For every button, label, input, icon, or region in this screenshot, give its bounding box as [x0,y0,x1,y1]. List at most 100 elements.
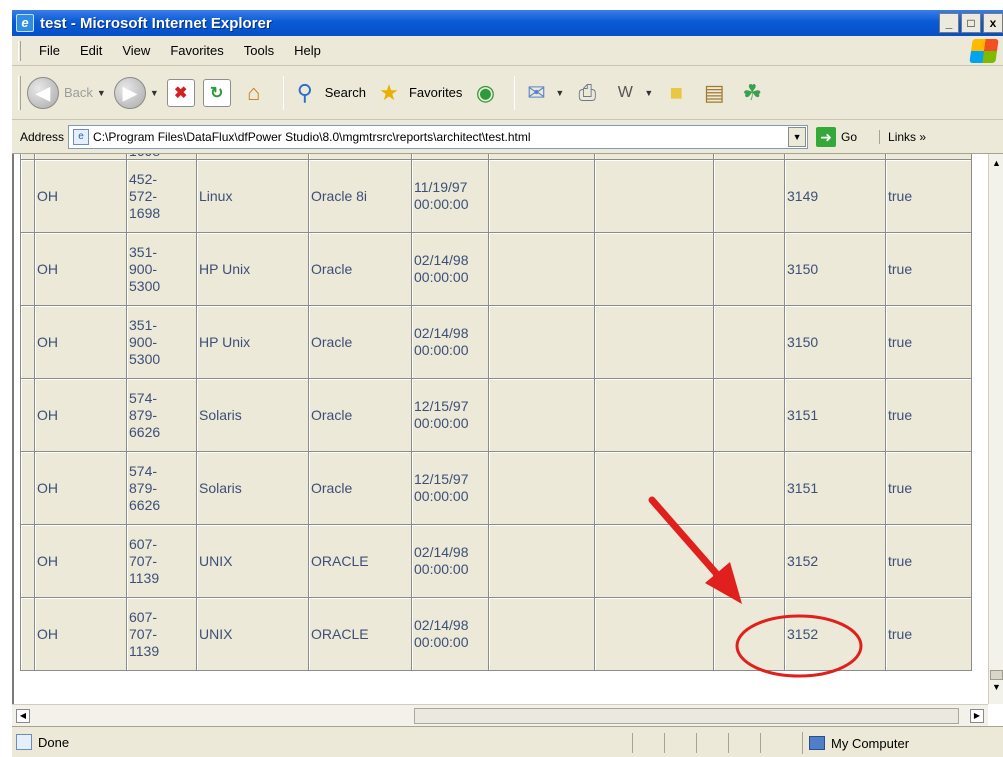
scroll-left-icon[interactable]: ◀ [16,709,30,723]
table-cell-id: 3149 [784,159,886,233]
links-button[interactable]: Links » [879,129,927,144]
favorites-label: Favorites [408,85,463,100]
menu-edit[interactable]: Edit [70,43,112,58]
scroll-right-icon[interactable]: ▶ [970,709,984,723]
table-cell-database: ORACLE [308,597,412,671]
research-icon: ▤ [703,79,725,105]
messenger-icon: ☘ [742,79,763,105]
menu-tools[interactable]: Tools [234,43,284,58]
home-button[interactable]: ⌂ [239,78,269,108]
links-label: Links [888,129,917,144]
maximize-button[interactable]: □ [961,13,981,33]
table-cell-empty [594,232,714,306]
table-cell-date-line: 02/14/98 [414,544,469,560]
table-cell-os: HP Unix [196,305,309,379]
table-cell-state: OH [34,378,127,452]
back-dropdown-icon[interactable]: ▼ [97,88,106,98]
mail-icon: ✉ [527,79,546,105]
table-cell-empty [488,305,595,379]
horizontal-scroll-thumb[interactable] [414,708,959,724]
search-button[interactable]: ⚲ Search [290,78,366,108]
back-button[interactable]: ◀ Back ▼ [27,76,106,109]
security-zone[interactable]: My Computer [802,732,909,754]
go-arrow-icon: ➜ [816,126,837,147]
table-row: OH 351- 900- 5300 HP Unix Oracle 02/14/98 00:00… [20,232,972,306]
toolbar-grip[interactable] [18,75,21,110]
zone-text: My Computer [831,735,910,751]
research-button[interactable]: ▤ [699,78,729,108]
mail-button[interactable]: ✉ ▼ [521,78,564,108]
vertical-scrollbar[interactable]: ▲ ▼ [988,154,1003,704]
table-cell-empty [594,305,714,379]
table-cell-phone: 607- 707- 1139 [126,524,197,598]
table-cell-empty [488,378,595,452]
menu-view[interactable]: View [112,43,160,58]
edit-dropdown-icon[interactable]: ▼ [644,88,653,98]
page-icon: e [73,128,90,145]
edit-button[interactable]: W ▼ [610,78,653,108]
refresh-button[interactable]: ↻ [202,78,231,107]
table-cell-database: Oracle [308,451,412,525]
status-text: Done [38,734,70,750]
table-cell-phone-line: 5300 [129,350,161,367]
mail-dropdown-icon[interactable]: ▼ [555,88,564,98]
menu-help[interactable]: Help [284,43,331,58]
favorites-button[interactable]: ★ Favorites [374,78,462,108]
media-button[interactable]: ◉ [470,78,500,108]
table-cell-date: 12/15/97 00:00:00 [411,378,489,452]
table-cell-phone-line: 6626 [129,423,161,440]
table-cell-phone-line: 574- [129,389,158,406]
table-cell-spacer [20,305,35,379]
table-cell-empty [488,451,595,525]
table-cell-os: Linux [196,159,309,233]
table-cell-date-line: 00:00:00 [414,415,469,431]
address-input[interactable]: e C:\Program Files\DataFlux\dfPower Stud… [68,124,809,149]
table-cell-phone: 351- 900- 5300 [126,232,197,306]
stop-button[interactable]: ✖ [166,78,195,107]
table-cell-phone-line: 574- [129,462,158,479]
messenger-button[interactable]: ☘ [737,78,767,108]
minimize-button[interactable]: _ [939,13,959,33]
table-cell-database: Oracle 8i [308,159,412,233]
table-cell-os: UNIX [196,597,309,671]
go-button[interactable]: ➜ Go [816,126,857,147]
discuss-button[interactable]: ■ [661,78,691,108]
links-chevron-icon: » [919,129,927,144]
forward-dropdown-icon[interactable]: ▼ [150,88,159,98]
table-row: OH 452- 572- 1698 Linux Oracle 8i 11/19/97 00:0… [20,159,972,233]
menu-file[interactable]: File [29,43,70,58]
address-dropdown-icon[interactable]: ▼ [788,126,807,147]
table-cell-empty [488,232,595,306]
edit-document-icon: W [617,83,633,101]
table-cell-date: 02/14/98 00:00:00 [411,524,489,598]
table-cell-database: Oracle [308,232,412,306]
search-icon: ⚲ [296,79,313,105]
close-button[interactable]: x [983,13,1003,33]
horizontal-scrollbar[interactable]: ◀ ▶ [12,704,988,726]
table-cell-date-line: 00:00:00 [414,488,469,504]
table-cell-state: OH [34,597,127,671]
menu-grip[interactable] [18,40,21,61]
scroll-up-icon[interactable]: ▲ [990,158,1003,172]
print-button[interactable]: ⎙ [572,78,602,108]
toolbar-separator [282,75,284,110]
table-cell-phone-line: 6626 [129,496,161,513]
table-cell-date: 11/19/97 00:00:00 [411,159,489,233]
title-bar: e test - Microsoft Internet Explorer _ □… [12,10,1003,36]
forward-button[interactable]: ▶ ▼ [113,76,159,109]
address-url[interactable]: C:\Program Files\DataFlux\dfPower Studio… [93,130,530,144]
scroll-down-icon[interactable]: ▼ [990,682,1003,696]
windows-logo-icon [969,39,999,63]
table-cell-flag: true [885,232,972,306]
table-cell-phone-line: 5300 [129,277,161,294]
vertical-scroll-thumb[interactable] [990,670,1003,680]
table-cell-phone-line: 707- [129,625,158,642]
table-cell-os: UNIX [196,524,309,598]
table-cell-id: 3151 [784,451,886,525]
folder-icon: ■ [669,79,683,105]
table-body: OH 452- 572- 1698 Linux Oracle 8i 11/19/97 00:0… [20,159,972,671]
table-cell-empty [713,305,785,379]
status-bar: Done My Computer [12,726,1003,757]
menu-favorites[interactable]: Favorites [160,43,233,58]
data-table: 1698 OH452-572-1698LinuxOracle 8i11/19/9… [20,154,972,671]
